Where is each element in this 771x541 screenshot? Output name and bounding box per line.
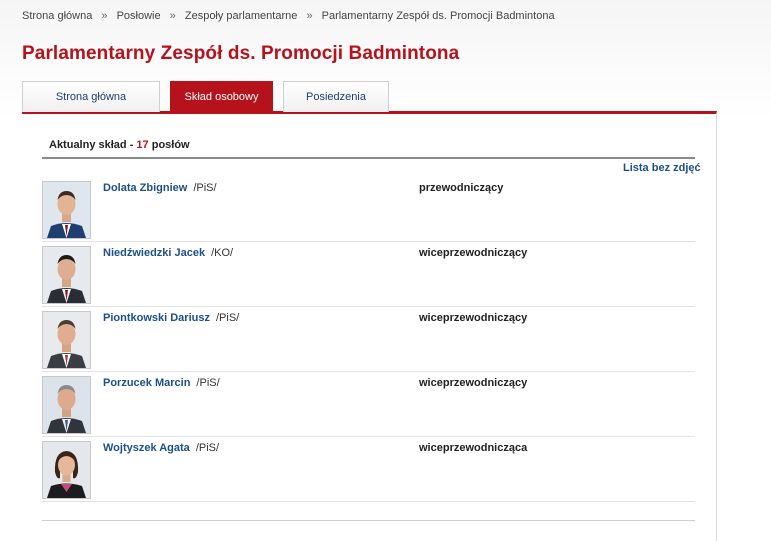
heading-divider <box>42 157 695 159</box>
composition-unit: posłów <box>148 139 190 151</box>
member-role: wiceprzewodniczący <box>419 312 528 324</box>
member-row: Porzucek Marcin/PiS/ wiceprzewodniczący <box>42 373 695 437</box>
member-name: Porzucek Marcin <box>103 377 191 389</box>
member-club: /PiS/ <box>195 442 220 454</box>
tab-home[interactable]: Strona główna <box>22 81 160 112</box>
member-name-link[interactable]: Porzucek Marcin/PiS/ <box>103 377 220 389</box>
list-without-photos-link[interactable]: Lista bez zdjęć <box>623 162 701 174</box>
member-club: /PiS/ <box>193 182 217 194</box>
member-count: 17 <box>136 139 149 151</box>
list-divider <box>42 520 695 521</box>
person-portrait-icon[interactable] <box>42 311 91 369</box>
member-club: /KO/ <box>211 247 234 259</box>
person-portrait-icon[interactable] <box>42 181 91 239</box>
composition-panel: Aktualny skład - 17 posłów Lista bez zdj… <box>22 111 717 541</box>
tab-meetings[interactable]: Posiedzenia <box>283 81 389 112</box>
member-name: Wojtyszek Agata <box>103 442 190 454</box>
page-title: Parlamentarny Zespół ds. Promocji Badmin… <box>22 43 460 64</box>
member-name: Piontkowski Dariusz <box>103 312 210 324</box>
member-row: Wojtyszek Agata/PiS/ wiceprzewodnicząca <box>42 438 695 502</box>
member-role: wiceprzewodniczący <box>419 377 528 389</box>
member-row: Dolata Zbigniew/PiS/ przewodniczący <box>42 178 695 242</box>
member-role: przewodniczący <box>419 182 504 194</box>
member-row: Niedźwiedzki Jacek/KO/ wiceprzewodnicząc… <box>42 243 695 307</box>
composition-label: Aktualny skład - <box>49 139 137 151</box>
member-club: /PiS/ <box>196 377 220 389</box>
member-name-link[interactable]: Piontkowski Dariusz/PiS/ <box>103 312 239 324</box>
tab-composition[interactable]: Skład osobowy <box>170 81 273 112</box>
member-name: Niedźwiedzki Jacek <box>103 247 206 259</box>
breadcrumb: Strona główna » Posłowie » Zespoły parla… <box>22 10 555 22</box>
person-portrait-icon[interactable] <box>42 441 91 499</box>
person-portrait-icon[interactable] <box>42 376 91 434</box>
member-club: /PiS/ <box>215 312 240 324</box>
member-role: wiceprzewodnicząca <box>419 442 528 454</box>
breadcrumb-home-link[interactable]: Strona główna <box>22 10 92 22</box>
composition-heading: Aktualny skład - 17 posłów <box>49 139 190 151</box>
member-name-link[interactable]: Niedźwiedzki Jacek/KO/ <box>103 247 233 259</box>
tab-bar: Strona główna Skład osobowy Posiedzenia <box>22 81 389 112</box>
breadcrumb-separator: » <box>169 10 176 22</box>
breadcrumb-current: Parlamentarny Zespół ds. Promocji Badmin… <box>321 10 555 22</box>
breadcrumb-deputies-link[interactable]: Posłowie <box>117 10 161 22</box>
member-name-link[interactable]: Dolata Zbigniew/PiS/ <box>103 182 217 194</box>
member-role: wiceprzewodniczący <box>419 247 528 259</box>
member-name: Dolata Zbigniew <box>103 182 188 194</box>
member-row: Piontkowski Dariusz/PiS/ wiceprzewodnicz… <box>42 308 695 372</box>
breadcrumb-separator: » <box>101 10 108 22</box>
breadcrumb-separator: » <box>306 10 313 22</box>
breadcrumb-teams-link[interactable]: Zespoły parlamentarne <box>185 10 298 22</box>
person-portrait-icon[interactable] <box>42 246 91 304</box>
member-name-link[interactable]: Wojtyszek Agata/PiS/ <box>103 442 219 454</box>
